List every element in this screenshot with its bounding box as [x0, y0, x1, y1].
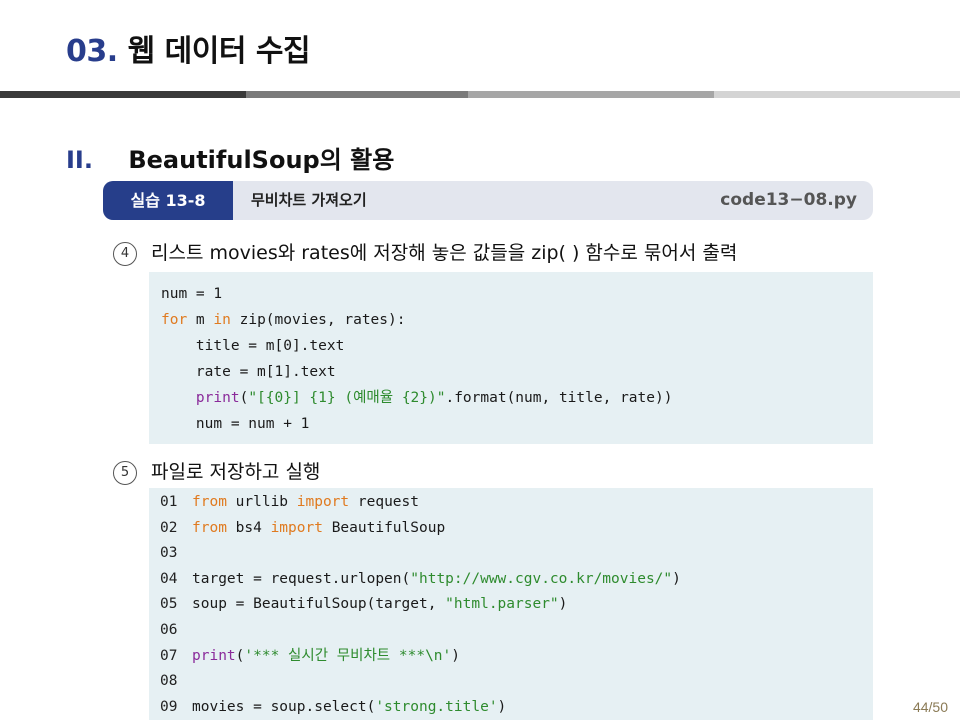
code-token: import	[270, 519, 323, 536]
code-line: 05 soup = BeautifulSoup(target, "html.par…	[160, 594, 567, 614]
code-line: 06	[160, 620, 192, 640]
code-line: print("[{0}] {1} (예매율 {2})".format(num, …	[161, 388, 673, 408]
code-line: 03	[160, 543, 192, 563]
code-token: bs4	[226, 519, 271, 536]
code-token: from	[192, 519, 227, 536]
code-line: for m in zip(movies, rates):	[161, 310, 405, 330]
code-token: num = num + 1	[161, 416, 310, 432]
page-number: 44/50	[912, 699, 948, 715]
code-token: "http://www.cgv.co.kr/movies/"	[410, 570, 673, 587]
slide-title-text: 웹 데이터 수집	[127, 34, 311, 69]
code-line: 08	[160, 671, 192, 691]
step-5: 5 파일로 저장하고 실행	[113, 457, 320, 485]
header-divider-segment	[714, 91, 960, 98]
code-line: rate = m[1].text	[161, 362, 336, 382]
slide-title: 03. 웹 데이터 수집	[66, 26, 311, 70]
code-token: "html.parser"	[445, 596, 559, 613]
line-number: 02	[160, 519, 178, 536]
code-line: 02 from bs4 import BeautifulSoup	[160, 518, 445, 538]
code-token: movies = soup.select(	[192, 698, 376, 715]
code-line: title = m[0].text	[161, 336, 344, 356]
line-number: 09	[160, 698, 178, 715]
code-line: 01 from urllib import request	[160, 492, 419, 512]
line-number: 08	[160, 673, 178, 690]
code-token: BeautifulSoup	[322, 519, 446, 536]
slide-header: 03. 웹 데이터 수집	[0, 0, 960, 90]
code-token: target = request.urlopen(	[192, 570, 411, 587]
code-token: )	[672, 570, 681, 587]
code-token: "[{0}] {1} (예매율 {2})"	[248, 390, 446, 406]
practice-tag: 실습 13-8	[103, 181, 233, 220]
code-token: num = 1	[161, 286, 223, 302]
step-marker: 4	[113, 242, 137, 266]
code-token: print	[161, 390, 240, 406]
code-token: title = m[0].text	[161, 338, 345, 354]
header-divider-segment	[0, 91, 246, 98]
code-token: )	[558, 596, 568, 613]
section-heading: II. BeautifulSoup의 활용	[66, 140, 394, 175]
code-token: for	[161, 312, 188, 328]
code-line: 07 print('*** 실시간 무비차트 ***\n')	[160, 646, 460, 666]
line-number: 07	[160, 647, 178, 664]
code-line: 09 movies = soup.select('strong.title')	[160, 697, 506, 717]
code-token: import	[296, 494, 350, 510]
code-token: soup = BeautifulSoup(target,	[192, 596, 446, 613]
code-line: 04 target = request.urlopen("http://www.c…	[160, 569, 681, 589]
practice-title: 무비차트 가져오기	[251, 191, 367, 209]
slide-title-number: 03.	[66, 34, 118, 69]
section-number: II.	[66, 146, 93, 174]
line-number: 04	[160, 570, 178, 587]
line-number: 05	[160, 596, 178, 613]
header-divider-segment	[246, 91, 468, 98]
section-title: BeautifulSoup의 활용	[128, 146, 395, 174]
step-text: 파일로 저장하고 실행	[151, 461, 321, 483]
line-number: 03	[160, 545, 178, 562]
code-token: )	[451, 647, 460, 664]
practice-banner: 실습 13-8 무비차트 가져오기 code13−08.py	[103, 181, 873, 220]
code-block-listing: 01 from urllib import request 02 from bs4 i…	[149, 488, 873, 720]
code-token: from	[192, 494, 227, 510]
code-token: urllib	[226, 494, 297, 510]
step-marker: 5	[113, 461, 137, 485]
code-token: .format(num, title, rate))	[445, 390, 673, 406]
step-text: 리스트 movies와 rates에 저장해 놓은 값들을 zip( ) 함수로…	[151, 242, 738, 264]
code-line: num = num + 1	[161, 414, 310, 434]
step-4: 4 리스트 movies와 rates에 저장해 놓은 값들을 zip( ) 함수…	[113, 238, 737, 266]
practice-filename: code13−08.py	[720, 190, 857, 210]
code-token: print	[192, 647, 236, 664]
code-token: 'strong.title'	[375, 698, 498, 715]
line-number: 06	[160, 622, 178, 638]
code-block-output: num = 1 for m in zip(movies, rates): titl…	[149, 272, 873, 444]
code-token: rate = m[1].text	[161, 364, 336, 380]
code-token: '*** 실시간 무비차트 ***\n'	[244, 647, 452, 664]
code-token: in	[213, 312, 231, 328]
code-line: num = 1	[161, 284, 222, 304]
header-divider-segment	[468, 91, 714, 98]
code-token: (	[239, 390, 249, 406]
code-token: zip(movies, rates):	[230, 312, 406, 328]
code-token: request	[349, 494, 419, 510]
code-token: )	[497, 698, 507, 715]
code-token: m	[187, 312, 214, 328]
line-number: 01	[160, 494, 178, 510]
